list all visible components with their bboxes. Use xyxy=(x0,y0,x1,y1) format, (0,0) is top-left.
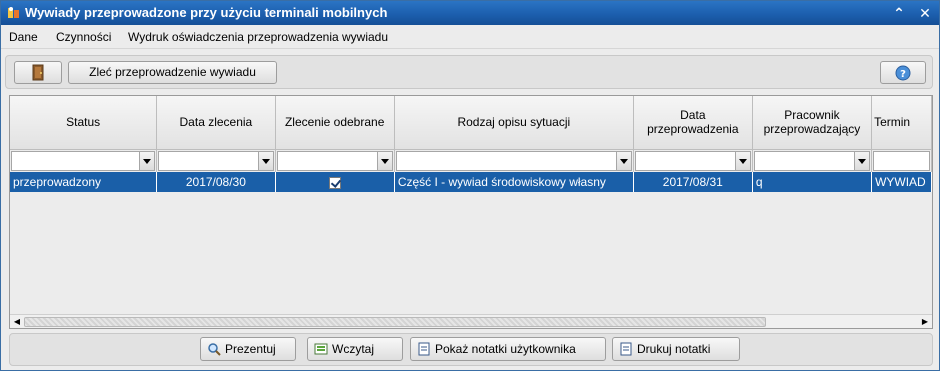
column-header-data-zlecenia[interactable]: Data zlecenia xyxy=(156,96,276,150)
table-row[interactable]: przeprowadzony 2017/08/30 Część I - wywi… xyxy=(10,172,932,192)
filter-row xyxy=(10,149,932,172)
app-icon xyxy=(8,7,19,18)
cell-data-zlecenia[interactable]: 2017/08/30 xyxy=(156,172,276,192)
print-notes-button[interactable]: Drukuj notatki xyxy=(612,337,740,361)
interviews-table: Status Data zlecenia Zlecenie odebrane R… xyxy=(10,96,932,192)
print-notes-label: Drukuj notatki xyxy=(637,342,711,356)
filter-termin[interactable] xyxy=(873,150,930,171)
scroll-right-icon[interactable]: ▶ xyxy=(918,315,932,328)
received-checkbox[interactable] xyxy=(328,176,341,189)
cell-data-przeprowadzenia[interactable]: 2017/08/31 xyxy=(633,172,753,192)
prezentuj-label: Prezentuj xyxy=(225,342,276,356)
wczytaj-button[interactable]: Wczytaj xyxy=(307,337,403,361)
cell-status[interactable]: przeprowadzony xyxy=(10,172,158,192)
load-icon xyxy=(314,343,328,355)
filter-data-przeprowadzenia[interactable] xyxy=(634,150,751,171)
wczytaj-label: Wczytaj xyxy=(332,342,374,356)
prezentuj-button[interactable]: Prezentuj xyxy=(200,337,296,361)
notes-icon xyxy=(418,342,430,356)
menu-czynnosci[interactable]: Czynności xyxy=(56,30,111,44)
menu-bar: Dane Czynności Wydruk oświadczenia przep… xyxy=(1,25,939,49)
close-button[interactable]: ✕ xyxy=(916,4,934,22)
chevron-down-icon[interactable] xyxy=(139,151,155,170)
action-bar: Prezentuj Wczytaj Pokaż notatki użytkown… xyxy=(9,333,933,366)
toolbar: Zleć przeprowadzenie wywiadu ? xyxy=(5,55,933,89)
grid-viewport: Status Data zlecenia Zlecenie odebrane R… xyxy=(10,96,932,314)
chevron-down-icon[interactable] xyxy=(257,151,273,170)
filter-data-zlecenia[interactable] xyxy=(158,150,274,171)
door-exit-icon xyxy=(32,64,44,81)
column-header-data-przeprowadzenia[interactable]: Data przeprowadzenia xyxy=(633,96,753,150)
column-header-zlecenie-odebrane[interactable]: Zlecenie odebrane xyxy=(275,96,395,150)
order-interview-button[interactable]: Zleć przeprowadzenie wywiadu xyxy=(68,61,277,84)
svg-text:?: ? xyxy=(900,69,906,80)
column-header-termin[interactable]: Termin xyxy=(871,96,932,150)
chevron-down-icon[interactable] xyxy=(854,151,870,170)
print-notes-icon xyxy=(620,342,632,356)
help-icon: ? xyxy=(895,65,911,81)
chevron-down-icon[interactable] xyxy=(615,151,631,170)
cell-rodzaj[interactable]: Część I - wywiad środowiskowy własny xyxy=(394,172,634,192)
cell-zlecenie-odebrane[interactable] xyxy=(275,172,395,192)
chevron-down-icon[interactable] xyxy=(376,151,392,170)
horizontal-scrollbar[interactable]: ◀ ▶ xyxy=(10,314,932,328)
help-button[interactable]: ? xyxy=(880,61,926,84)
filter-zlecenie-odebrane[interactable] xyxy=(276,150,393,171)
column-header-status[interactable]: Status xyxy=(10,96,158,150)
cell-termin[interactable]: WYWIAD xyxy=(871,172,932,192)
menu-wydruk[interactable]: Wydruk oświadczenia przeprowadzenia wywi… xyxy=(128,30,388,44)
collapse-button[interactable]: ⌃ xyxy=(890,4,908,22)
filter-pracownik[interactable] xyxy=(753,150,871,171)
magnifier-icon xyxy=(208,343,221,356)
column-header-pracownik[interactable]: Pracownik przeprowadzający xyxy=(752,96,873,150)
window-title: Wywiady przeprowadzone przy użyciu termi… xyxy=(25,5,388,20)
scroll-left-icon[interactable]: ◀ xyxy=(10,315,24,328)
exit-button[interactable] xyxy=(14,61,62,84)
main-window: Wywiady przeprowadzone przy użyciu termi… xyxy=(0,0,940,371)
show-notes-button[interactable]: Pokaż notatki użytkownika xyxy=(410,337,606,361)
scroll-thumb[interactable] xyxy=(24,317,766,327)
chevron-down-icon[interactable] xyxy=(734,151,750,170)
cell-pracownik[interactable]: q xyxy=(752,172,873,192)
filter-rodzaj[interactable] xyxy=(395,150,632,171)
menu-dane[interactable]: Dane xyxy=(9,30,38,44)
title-bar: Wywiady przeprowadzone przy użyciu termi… xyxy=(1,1,939,25)
data-grid: Status Data zlecenia Zlecenie odebrane R… xyxy=(9,95,933,329)
column-header-rodzaj[interactable]: Rodzaj opisu sytuacji xyxy=(394,96,634,150)
show-notes-label: Pokaż notatki użytkownika xyxy=(435,342,576,356)
filter-status[interactable] xyxy=(11,150,156,171)
